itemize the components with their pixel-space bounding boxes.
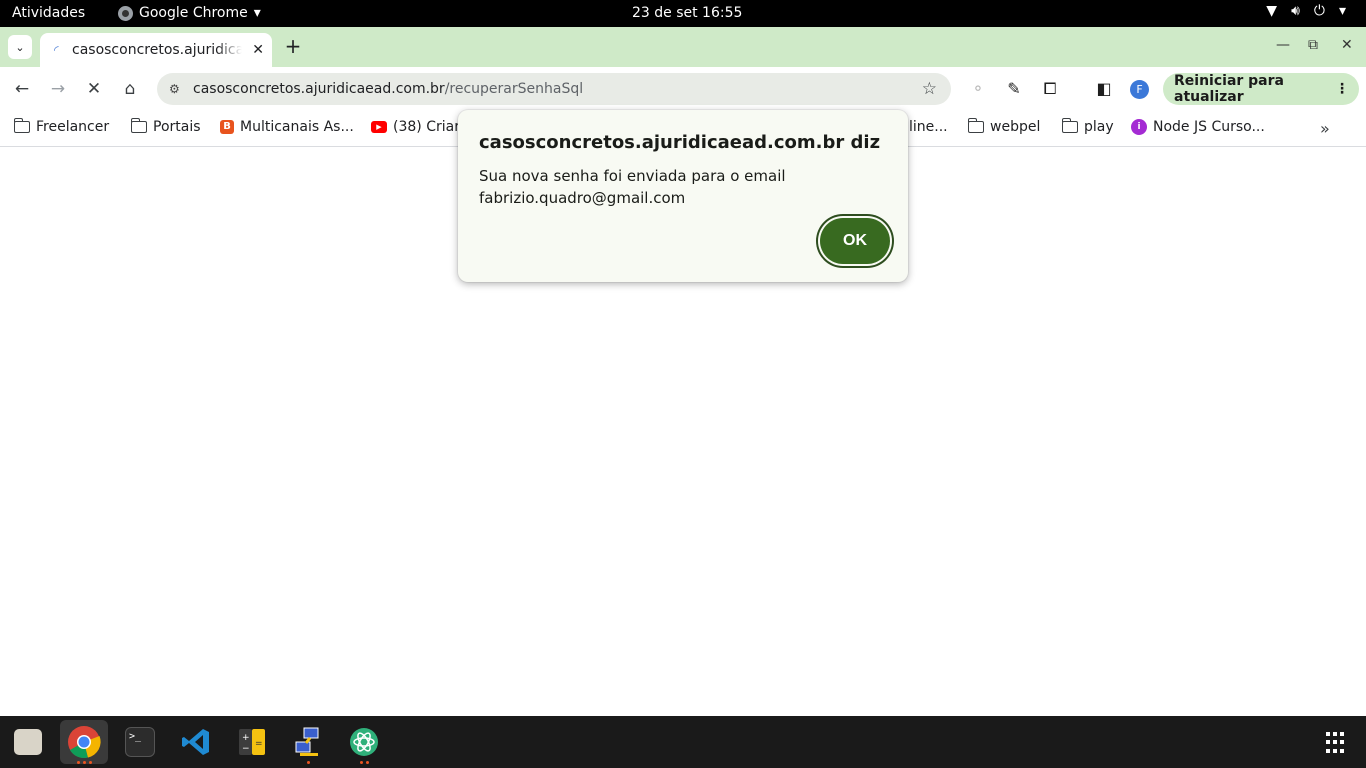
- bookmark-folder[interactable]: Freelancer: [13, 118, 110, 135]
- bookmark-link[interactable]: i Node JS Curso...: [1131, 119, 1265, 135]
- chevron-down-icon: ▾: [1338, 3, 1346, 19]
- update-button-label: Reiniciar para atualizar: [1174, 73, 1284, 105]
- close-icon[interactable]: ✕: [252, 42, 264, 58]
- dock: >_ + − =: [0, 716, 1366, 768]
- svg-text:+: +: [242, 733, 250, 743]
- network-icon: [295, 727, 319, 756]
- chevron-down-icon: ⌄: [15, 40, 25, 54]
- dock-chrome[interactable]: [60, 720, 108, 764]
- loading-icon: ◜: [54, 43, 59, 57]
- side-panel-icon[interactable]: ◧: [1093, 78, 1115, 100]
- chrome-icon: [118, 5, 133, 21]
- tab-search-button[interactable]: ⌄: [8, 35, 32, 59]
- atom-icon: [350, 728, 378, 756]
- forward-button[interactable]: →: [46, 77, 70, 101]
- more-menu-icon: ⋮: [1335, 81, 1349, 97]
- url-host: casosconcretos.ajuridicaead.com.br: [193, 81, 445, 97]
- svg-text:=: =: [255, 739, 263, 749]
- site-icon: B: [220, 120, 234, 134]
- eyedropper-icon[interactable]: ✎: [1003, 78, 1025, 100]
- bookmark-link[interactable]: B Multicanais As...: [220, 119, 354, 135]
- terminal-icon: >_: [125, 727, 155, 757]
- address-bar[interactable]: ⚙ casosconcretos.ajuridicaead.com.br/rec…: [157, 73, 951, 105]
- site-icon: i: [1131, 119, 1147, 135]
- bookmark-label: Portais: [153, 119, 201, 135]
- activities-button[interactable]: Atividades: [12, 5, 85, 21]
- folder-icon: [1061, 118, 1078, 133]
- stop-loading-button[interactable]: ✕: [82, 77, 106, 101]
- url-path: /recuperarSenhaSql: [444, 81, 584, 97]
- bookmark-link[interactable]: line...: [909, 119, 948, 135]
- minimize-icon[interactable]: —: [1276, 37, 1290, 53]
- bookmark-label: Node JS Curso...: [1153, 119, 1265, 135]
- bookmark-link[interactable]: ▶ (38) Criar: [371, 119, 460, 135]
- dialog-message: Sua nova senha foi enviada para o email …: [479, 165, 879, 209]
- close-window-icon[interactable]: ✕: [1341, 37, 1353, 53]
- bookmark-folder[interactable]: webpel: [967, 118, 1041, 135]
- youtube-icon: ▶: [371, 121, 387, 133]
- app-menu-label: Google Chrome: [139, 5, 248, 21]
- running-indicator: [359, 761, 369, 764]
- dialog-message-line: Sua nova senha foi enviada para o email: [479, 167, 786, 185]
- show-apps-icon[interactable]: [1326, 732, 1348, 754]
- bookmark-label: Multicanais As...: [240, 119, 354, 135]
- files-icon: [14, 729, 42, 755]
- running-indicator: [76, 761, 92, 764]
- tab-active[interactable]: ◜ casosconcretos.ajuridicaead.com.br ✕: [40, 33, 272, 67]
- site-info-icon[interactable]: ⚙: [169, 82, 187, 96]
- power-icon: ⏻: [1313, 3, 1325, 19]
- wifi-icon: ▼: [1266, 3, 1278, 19]
- bookmark-label: play: [1084, 119, 1114, 135]
- folder-icon: [130, 118, 147, 133]
- star-icon[interactable]: ☆: [922, 79, 937, 99]
- browser-toolbar: ← → ✕ ⌂ ⚙ casosconcretos.ajuridicaead.co…: [0, 67, 1366, 111]
- extensions-puzzle-icon[interactable]: ⧠: [1039, 78, 1061, 100]
- url-text[interactable]: casosconcretos.ajuridicaead.com.br/recup…: [193, 81, 583, 97]
- bookmark-label: Freelancer: [36, 119, 110, 135]
- dialog-title: casosconcretos.ajuridicaead.com.br diz: [479, 132, 881, 153]
- chevron-double-right-icon[interactable]: »: [1320, 119, 1330, 138]
- dock-app[interactable]: [340, 720, 388, 764]
- back-button[interactable]: ←: [10, 77, 34, 101]
- bookmark-label: (38) Criar: [393, 119, 460, 135]
- dock-terminal[interactable]: >_: [116, 720, 164, 764]
- volume-icon: 🔊︎: [1291, 3, 1300, 19]
- folder-icon: [13, 118, 30, 133]
- avatar[interactable]: F: [1130, 80, 1149, 99]
- bookmark-label: line...: [909, 119, 948, 135]
- tab-title: casosconcretos.ajuridicaead.com.br: [72, 42, 242, 58]
- ok-button[interactable]: OK: [820, 218, 890, 264]
- running-indicator: [306, 761, 310, 764]
- bookmark-folder[interactable]: Portais: [130, 118, 201, 135]
- extension-icon[interactable]: ⚬: [967, 78, 989, 100]
- home-button[interactable]: ⌂: [118, 77, 142, 101]
- restore-icon[interactable]: ⧉: [1308, 37, 1318, 53]
- bookmark-label: webpel: [990, 119, 1041, 135]
- svg-text:−: −: [242, 744, 250, 754]
- dialog-message-email: fabrizio.quadro@gmail.com: [479, 189, 686, 207]
- clock[interactable]: 23 de set 16:55: [632, 5, 742, 21]
- system-top-bar: Atividades Google Chrome ▾ 23 de set 16:…: [0, 0, 1366, 27]
- vscode-icon: [182, 729, 209, 755]
- dock-files[interactable]: [4, 720, 52, 764]
- chrome-icon: [68, 726, 101, 759]
- update-button[interactable]: Reiniciar para atualizar ⋮: [1163, 73, 1359, 105]
- folder-icon: [967, 118, 984, 133]
- tab-strip: ⌄ ◜ casosconcretos.ajuridicaead.com.br ✕…: [0, 27, 1366, 67]
- app-menu[interactable]: Google Chrome ▾: [118, 5, 261, 21]
- bookmark-folder[interactable]: play: [1061, 118, 1114, 135]
- dock-network-app[interactable]: [284, 720, 332, 764]
- chevron-down-icon: ▾: [253, 5, 261, 21]
- dock-vscode[interactable]: [172, 720, 220, 764]
- alert-dialog: casosconcretos.ajuridicaead.com.br diz S…: [458, 110, 908, 282]
- new-tab-button[interactable]: +: [282, 35, 304, 57]
- calculator-icon: + − =: [239, 729, 265, 755]
- dock-calculator[interactable]: + − =: [228, 720, 276, 764]
- system-tray[interactable]: ▼ 🔊︎ ⏻ ▾: [1266, 3, 1346, 19]
